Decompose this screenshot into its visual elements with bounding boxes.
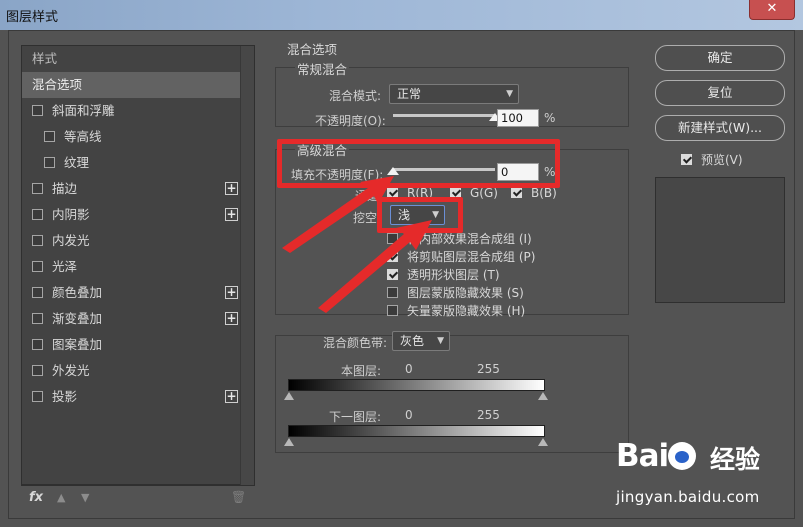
watermark-brand-right: 经验 bbox=[710, 445, 761, 474]
baidu-watermark: Bai 经验 jingyan.baidu.com bbox=[612, 438, 792, 518]
baidu-paw-icon bbox=[668, 442, 696, 470]
watermark-brand-left: Bai bbox=[616, 438, 669, 474]
annotation-arrow-upper bbox=[282, 176, 394, 253]
annotation-arrow-lower bbox=[318, 220, 432, 313]
watermark-url: jingyan.baidu.com bbox=[616, 488, 760, 506]
